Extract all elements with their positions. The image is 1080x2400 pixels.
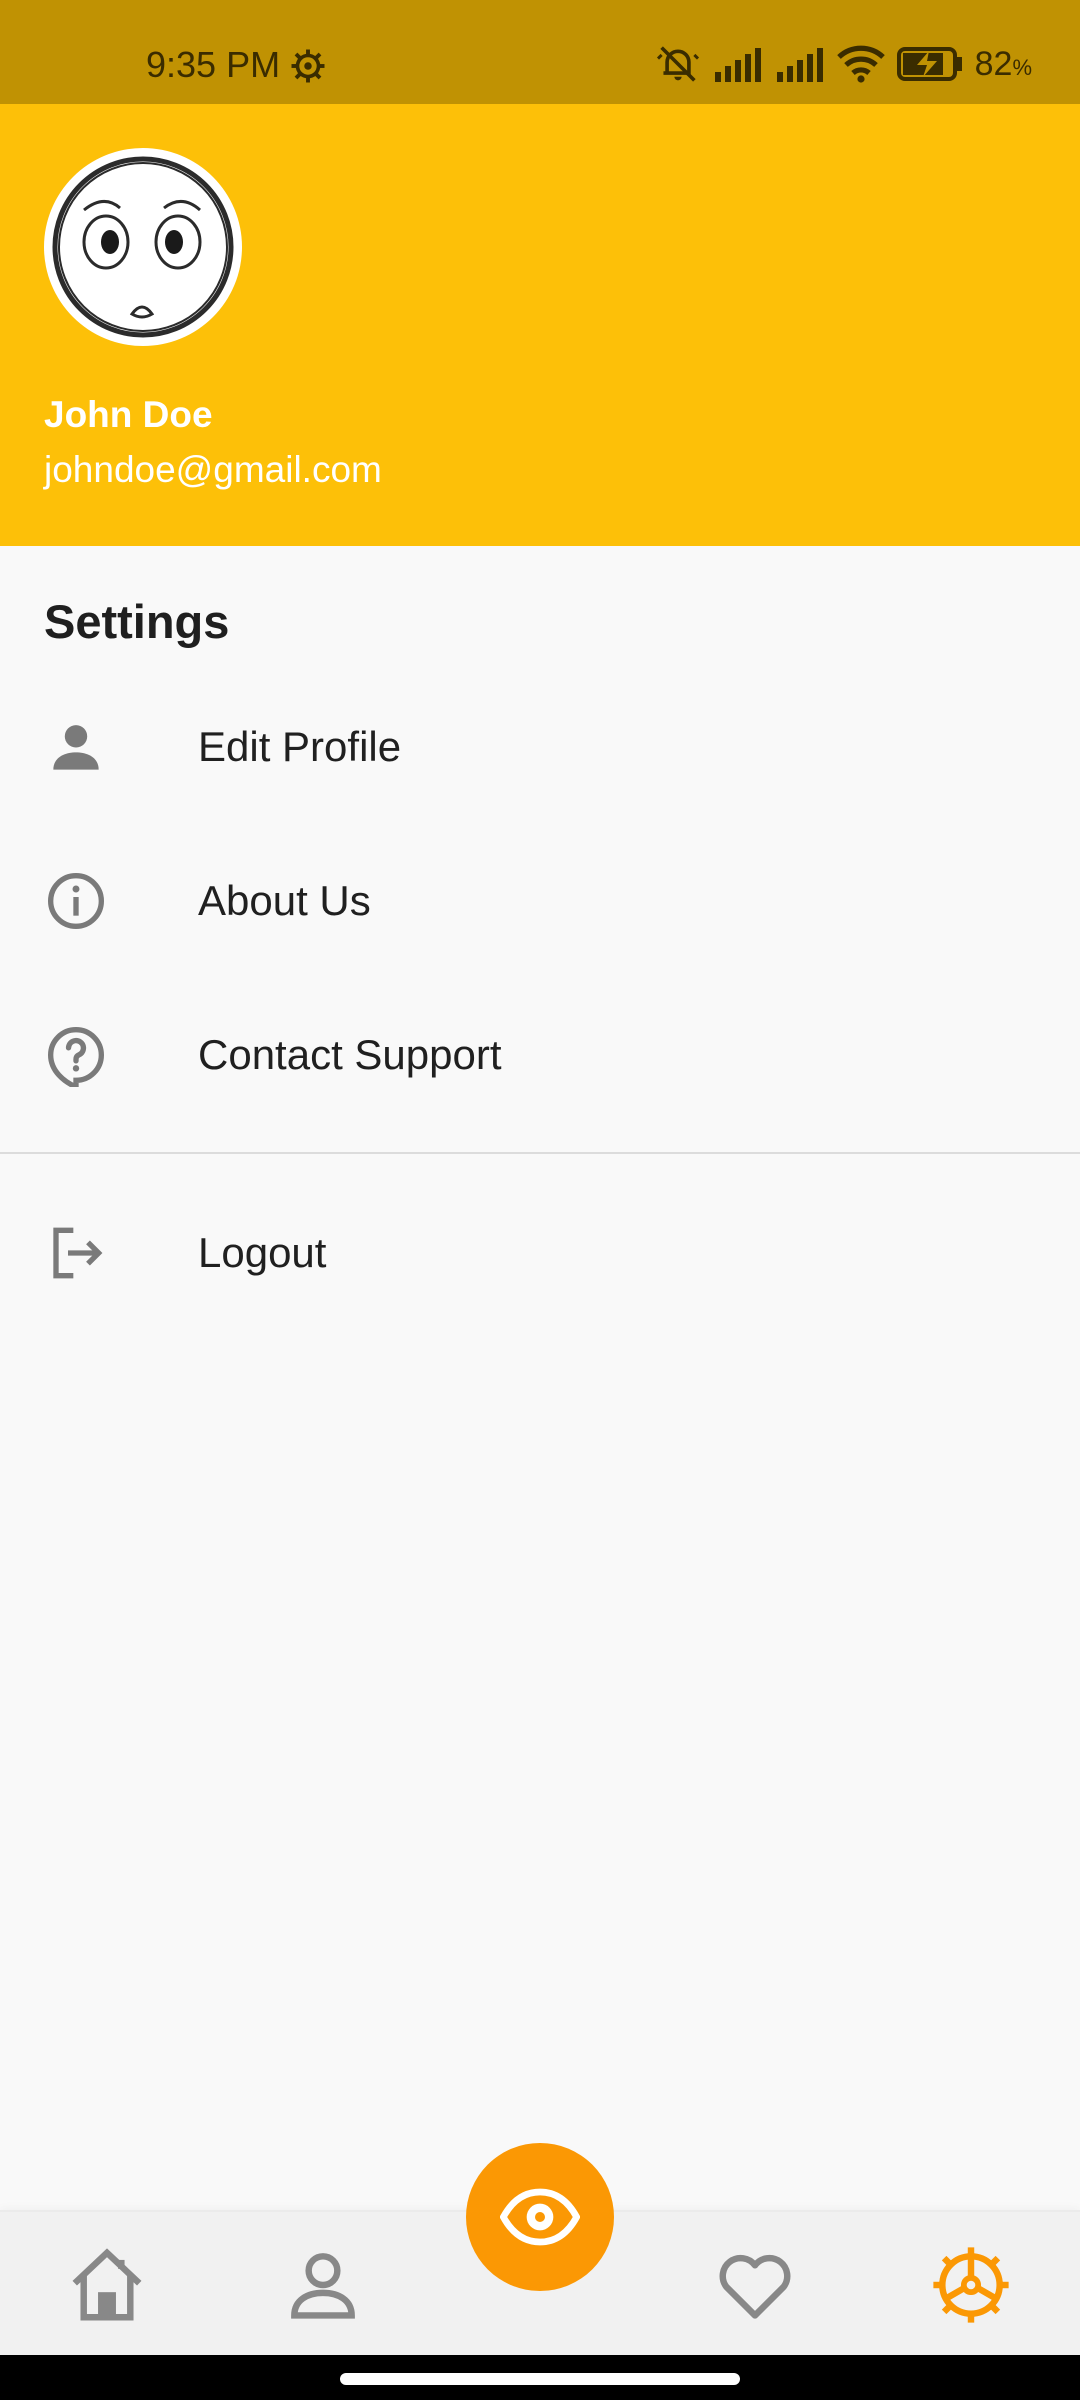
battery-unit: % — [1012, 54, 1032, 80]
settings-screen: 9:35 PM 82% John Doe johndoe@gmail.com S… — [0, 0, 1080, 2400]
gear-status-icon — [291, 49, 325, 83]
logout-icon — [53, 1227, 103, 1279]
contact-support-label: Contact Support — [198, 1031, 502, 1078]
battery-charging-icon — [896, 47, 962, 81]
signal-icon-2 — [776, 48, 823, 82]
battery-level: 82% — [975, 45, 1032, 84]
user-email: johndoe@gmail.com — [44, 449, 382, 490]
about-us-label: About Us — [198, 877, 371, 924]
status-icons: 82% — [655, 42, 1032, 86]
logout-label: Logout — [198, 1229, 327, 1276]
settings-title: Settings — [44, 595, 230, 648]
profile-header: John Doe johndoe@gmail.com — [0, 104, 1080, 546]
menu-item-edit-profile[interactable]: Edit Profile — [0, 670, 1080, 824]
status-bar: 9:35 PM 82% — [0, 0, 1080, 104]
home-icon[interactable] — [64, 2242, 150, 2328]
menu-item-contact-support[interactable]: Contact Support — [0, 978, 1080, 1132]
favorites-icon[interactable] — [712, 2242, 798, 2328]
avatar[interactable] — [44, 148, 242, 346]
gesture-bar-area — [0, 2355, 1080, 2400]
avatar-face-icon — [52, 156, 234, 338]
edit-profile-label: Edit Profile — [198, 723, 402, 770]
info-icon — [48, 873, 104, 929]
status-time: 9:35 PM — [146, 44, 281, 85]
eye-icon — [500, 2188, 580, 2246]
user-name: John Doe — [44, 394, 213, 435]
signal-icon — [714, 48, 761, 82]
person-icon — [53, 725, 99, 770]
wifi-icon — [836, 45, 885, 83]
menu-divider — [0, 1152, 1080, 1154]
home-indicator[interactable] — [340, 2373, 740, 2385]
profile-icon[interactable] — [280, 2242, 366, 2328]
menu-item-logout[interactable]: Logout — [0, 1176, 1080, 1330]
help-bubble-icon — [47, 1026, 104, 1087]
mute-bell-icon — [656, 46, 699, 82]
menu-item-about-us[interactable]: About Us — [0, 824, 1080, 978]
settings-icon[interactable] — [928, 2242, 1014, 2328]
battery-percent: 82 — [974, 44, 1013, 83]
view-fab-button[interactable] — [466, 2143, 614, 2291]
